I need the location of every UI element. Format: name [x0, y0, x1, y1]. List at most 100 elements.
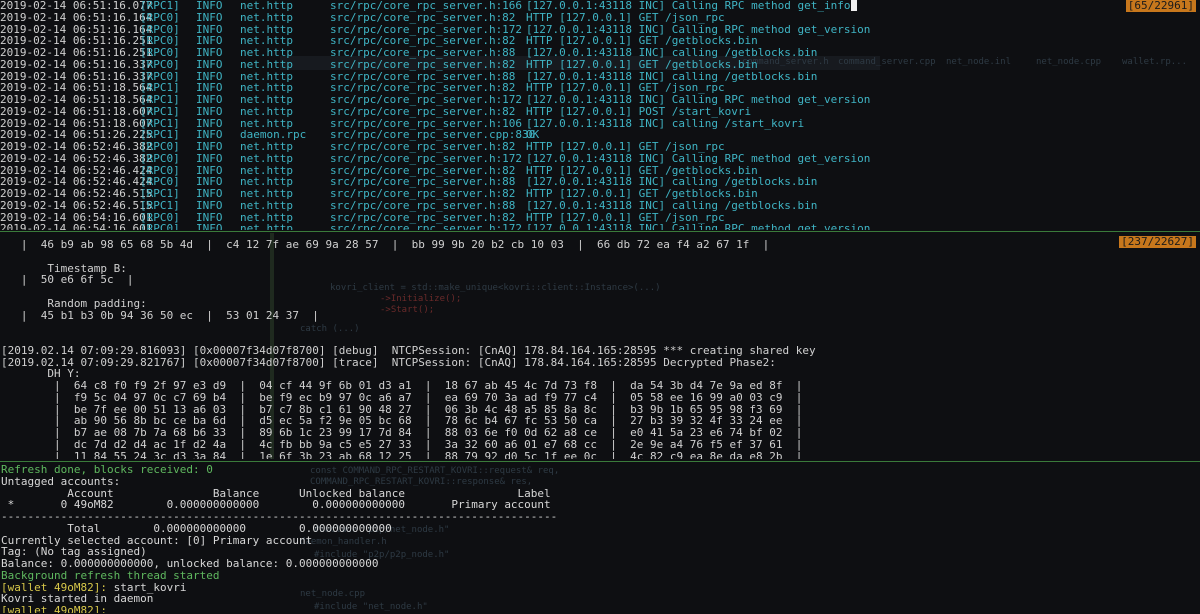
- log-source-file: src/rpc/core_rpc_server.h:88: [330, 198, 516, 212]
- log-category: net.http: [240, 187, 293, 200]
- log-message: HTTP [127.0.0.1] GET /getblocks.bin: [526, 187, 758, 200]
- log-category: net.http: [240, 140, 293, 153]
- log-message: [127.0.0.1:43118 INC] Calling RPC method…: [526, 93, 871, 106]
- log-source-file: src/rpc/core_rpc_server.h:166: [330, 0, 523, 12]
- log-timestamp: 2019-02-14 06:51:16.164: [0, 10, 153, 24]
- log-level: INFO: [196, 104, 223, 118]
- log-level: INFO: [196, 187, 223, 200]
- trace-line: [0, 333, 1200, 345]
- log-thread: [RPC1]: [140, 187, 180, 200]
- log-source-file: src/rpc/core_rpc_server.h:82: [330, 57, 516, 71]
- log-source-file: src/rpc/core_rpc_server.h:82: [330, 104, 516, 118]
- log-timestamp: 2019-02-14 06:51:18.607: [0, 104, 153, 118]
- log-category: net.http: [240, 57, 293, 71]
- log-message: [127.0.0.1:43118 INC] Calling RPC method…: [526, 0, 851, 12]
- log-level: INFO: [196, 93, 223, 106]
- log-message: [127.0.0.1:43118 INC] Calling RPC method…: [526, 222, 871, 230]
- log-timestamp: 2019-02-14 06:52:46.515: [0, 187, 153, 200]
- refresh-done-line: Refresh done, blocks received: 0: [1, 464, 213, 476]
- log-thread: [RPC0]: [140, 57, 180, 71]
- trace-line: [0, 286, 1200, 298]
- log-timestamp: 2019-02-14 06:54:16.601: [0, 222, 153, 230]
- log-message: HTTP [127.0.0.1] GET /json_rpc: [526, 10, 725, 24]
- log-thread: [RPC0]: [140, 140, 180, 153]
- log-row: 2019-02-14 06:51:18.564 [RPC1] INFO net.htt…: [0, 94, 1200, 106]
- log-category: net.http: [240, 104, 293, 118]
- trace-line: Random padding:: [1, 296, 147, 310]
- log-row: 2019-02-14 06:51:18.607 [RPC1] INFO net.htt…: [0, 104, 1200, 118]
- log-row: 2019-02-14 06:51:18.607 [RPC1] INFO net.htt…: [0, 116, 1200, 130]
- daemon-log-pane[interactable]: [65/22961] 2019-02-14 06:51:16.077 [RPC1]…: [0, 0, 1200, 230]
- log-message: [127.0.0.1:43118 INC] calling /getblocks…: [526, 46, 818, 59]
- kovri-started-line: Kovri started in daemon: [1, 592, 154, 606]
- trace-line: [2019.02.14 07:09:29.821767] [0x00007f34…: [1, 355, 776, 369]
- log-category: net.http: [240, 151, 293, 165]
- log-level: INFO: [196, 57, 223, 71]
- log-source-file: src/rpc/core_rpc_server.h:172: [330, 93, 523, 106]
- log-category: net.http: [240, 93, 293, 106]
- log-row: 2019-02-14 06:52:46.382 [RPC0] INFO net.htt…: [0, 151, 1200, 165]
- trace-line: | 64 c8 f0 f9 2f 97 e3 d9 | 04 cf 44 9f …: [1, 379, 803, 392]
- log-row: 2019-02-14 06:52:46.515 [RPC1] INFO net.htt…: [0, 188, 1200, 200]
- kovri-trace-pane[interactable]: [237/22627] | 46 b9 ab 98 65 68 5b 4d | …: [0, 233, 1200, 459]
- log-category: net.http: [240, 198, 293, 212]
- trace-line: [0, 321, 1200, 333]
- trace-line: Timestamp B:: [1, 261, 127, 275]
- log-source-file: src/rpc/core_rpc_server.h:82: [330, 187, 516, 200]
- pane-divider-top[interactable]: [0, 231, 1200, 232]
- log-thread: [RPC1]: [140, 0, 180, 12]
- log-level: INFO: [196, 222, 223, 230]
- command-line-2[interactable]: [wallet 49oM82]:: [0, 605, 1200, 613]
- log-message: [127.0.0.1:43118 INC] Calling RPC method…: [526, 151, 871, 165]
- log-level: INFO: [196, 46, 223, 59]
- command-line-1: [wallet 49oM82]: start_kovri: [0, 581, 1200, 594]
- untagged-accounts-line: Untagged accounts:: [1, 474, 121, 488]
- log-source-file: src/rpc/core_rpc_server.h:82: [330, 140, 516, 153]
- log-source-file: src/rpc/core_rpc_server.h:172: [330, 222, 523, 230]
- trace-line: | 50 e6 6f 5c |: [1, 273, 134, 287]
- log-level: INFO: [196, 151, 223, 165]
- accounts-table-rule: ----------------------------------------…: [1, 510, 558, 523]
- log-message: [127.0.0.1:43118 INC] calling /start_kov…: [526, 116, 805, 130]
- log-row: 2019-02-14 06:54:16.601 [RPC0] INFO net.htt…: [0, 223, 1200, 230]
- log-thread: [RPC0]: [140, 46, 180, 59]
- trace-line: | dc 7d d2 d4 ac 1f d2 4a | 4c fb bb 9a …: [1, 437, 803, 451]
- log-timestamp: 2019-02-14 06:52:46.382: [0, 151, 153, 165]
- log-message: HTTP [127.0.0.1] GET /json_rpc: [526, 140, 725, 153]
- log-row: 2019-02-14 06:51:16.077 [RPC1] INFO net.htt…: [0, 0, 1200, 12]
- log-level: INFO: [196, 0, 223, 12]
- log-timestamp: 2019-02-14 06:51:18.564: [0, 93, 153, 106]
- log-level: INFO: [196, 198, 223, 212]
- log-thread: [RPC1]: [140, 104, 180, 118]
- wallet-prompt: [wallet 49oM82]:: [1, 604, 107, 613]
- trace-line: | b7 ae 08 7b 7a 68 b6 33 | 89 6b 1c 23 …: [1, 426, 803, 439]
- log-timestamp: 2019-02-14 06:52:46.515: [0, 198, 153, 212]
- pane-divider-bottom[interactable]: [0, 461, 1200, 462]
- log-row: 2019-02-14 06:52:46.382 [RPC0] INFO net.htt…: [0, 141, 1200, 153]
- terminal-cursor: [850, 0, 857, 11]
- log-message: [127.0.0.1:43118 INC] calling /getblocks…: [526, 198, 818, 212]
- log-message: HTTP [127.0.0.1] GET /getblocks.bin: [526, 57, 758, 71]
- log-thread: [RPC1]: [140, 198, 180, 212]
- log-source-file: src/rpc/core_rpc_server.h:82: [330, 10, 516, 24]
- log-message: HTTP [127.0.0.1] POST /start_kovri: [526, 104, 752, 118]
- log-source-file: src/rpc/core_rpc_server.h:172: [330, 151, 523, 165]
- log-level: INFO: [196, 10, 223, 24]
- trace-line: [0, 251, 1200, 263]
- log-timestamp: 2019-02-14 06:52:46.382: [0, 140, 153, 153]
- log-source-file: src/rpc/core_rpc_server.h:88: [330, 46, 516, 59]
- accounts-total-line: Total 0.000000000000 0.000000000000: [1, 521, 392, 535]
- log-row: 2019-02-14 06:51:16.337 [RPC0] INFO net.htt…: [0, 57, 1200, 71]
- mid-line-counter: [237/22627]: [1119, 235, 1196, 248]
- log-thread: [RPC1]: [140, 93, 180, 106]
- log-timestamp: 2019-02-14 06:51:16.337: [0, 57, 153, 71]
- trace-line: | 45 b1 b3 0b 94 36 50 ec | 53 01 24 37 …: [1, 308, 319, 322]
- log-row: 2019-02-14 06:52:46.515 [RPC1] INFO net.htt…: [0, 198, 1200, 212]
- log-thread: [RPC0]: [140, 151, 180, 165]
- top-line-counter: [65/22961]: [1125, 0, 1196, 12]
- log-category: net.http: [240, 222, 293, 230]
- log-category: net.http: [240, 46, 293, 59]
- trace-line: | 46 b9 ab 98 65 68 5b 4d | c4 12 7f ae …: [1, 238, 770, 251]
- wallet-cli-pane[interactable]: Refresh done, blocks received: 0 Untagge…: [0, 464, 1200, 613]
- log-row: 2019-02-14 06:51:16.164 [RPC0] INFO net.htt…: [0, 10, 1200, 24]
